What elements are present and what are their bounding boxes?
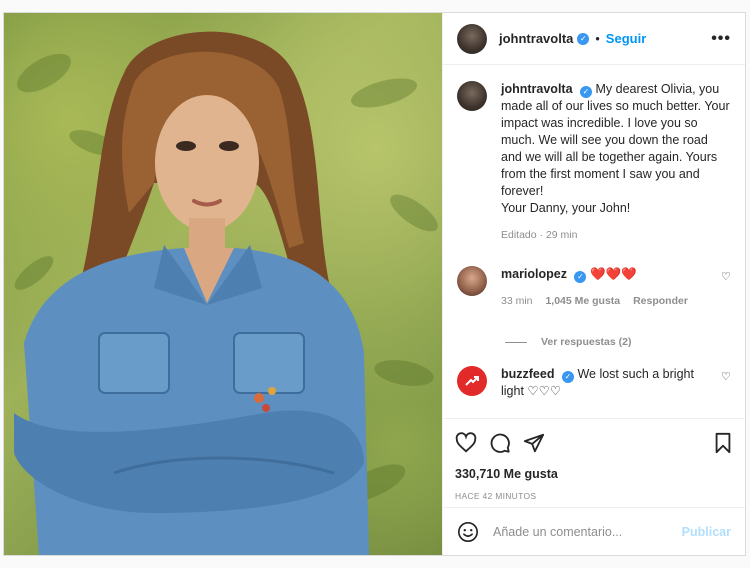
more-options-icon[interactable]: ••• bbox=[711, 30, 731, 48]
comment-icon[interactable] bbox=[489, 432, 511, 454]
comment-body: buzzfeed ✓ We lost such a bright light ♡… bbox=[501, 366, 715, 400]
action-icons bbox=[455, 429, 733, 457]
comments-list[interactable]: johntravolta ✓ My dearest Olivia, you ma… bbox=[443, 65, 745, 418]
action-bar: 330,710 Me gusta HACE 42 MINUTOS bbox=[443, 418, 745, 507]
caption-body: johntravolta ✓ My dearest Olivia, you ma… bbox=[501, 81, 731, 244]
comment-body: mariolopez ✓ ❤️❤️❤️ 33 min 1,045 Me gust… bbox=[501, 266, 715, 310]
emoji-icon[interactable] bbox=[457, 521, 479, 543]
post-time: HACE 42 MINUTOS bbox=[455, 491, 537, 501]
post-photo[interactable] bbox=[4, 13, 442, 555]
comment-time: 33 min bbox=[501, 295, 533, 307]
caption-meta: Editado · 29 min bbox=[501, 229, 578, 241]
comment-row: buzzfeed ✓ We lost such a bright light ♡… bbox=[457, 366, 731, 400]
add-comment-bar: Publicar bbox=[443, 507, 745, 555]
author-username[interactable]: johntravolta bbox=[499, 31, 573, 46]
comment-row: mariolopez ✓ ❤️❤️❤️ 33 min 1,045 Me gust… bbox=[457, 266, 731, 310]
caption-avatar[interactable] bbox=[457, 81, 487, 111]
follow-button[interactable]: Seguir bbox=[606, 31, 646, 46]
verified-check-icon: ✓ bbox=[577, 32, 590, 45]
post-card: johntravolta ✓ • Seguir ••• johntravolta… bbox=[3, 12, 746, 556]
caption-signoff: Your Danny, your John! bbox=[501, 201, 631, 215]
reply-button[interactable]: Responder bbox=[633, 295, 688, 307]
photo-illustration bbox=[14, 31, 438, 555]
comment-text: ❤️❤️❤️ bbox=[589, 267, 637, 281]
caption-row: johntravolta ✓ My dearest Olivia, you ma… bbox=[457, 81, 731, 244]
comment-input[interactable] bbox=[493, 524, 682, 539]
author-avatar[interactable] bbox=[457, 23, 487, 54]
separator-dot: • bbox=[595, 31, 600, 46]
comment-username[interactable]: mariolopez bbox=[501, 267, 567, 281]
comment-like-heart-icon[interactable]: ♡ bbox=[721, 370, 731, 383]
post-header: johntravolta ✓ • Seguir ••• bbox=[443, 13, 745, 65]
heart-icon[interactable] bbox=[455, 432, 477, 454]
post-sidebar: johntravolta ✓ • Seguir ••• johntravolta… bbox=[442, 13, 745, 555]
bookmark-icon[interactable] bbox=[713, 432, 733, 454]
comment-meta: 33 min 1,045 Me gusta Responder bbox=[501, 293, 715, 310]
comment-like-heart-icon[interactable]: ♡ bbox=[721, 270, 731, 283]
caption-text: My dearest Olivia, you made all of our l… bbox=[501, 82, 730, 198]
likes-count[interactable]: 330,710 Me gusta bbox=[455, 467, 733, 481]
verified-check-icon: ✓ bbox=[580, 86, 593, 98]
caption-username[interactable]: johntravolta bbox=[501, 82, 573, 96]
buzzfeed-avatar[interactable] bbox=[457, 366, 487, 396]
view-replies-label: Ver respuestas (2) bbox=[541, 336, 632, 348]
trending-arrow-icon bbox=[465, 376, 479, 386]
commenter-avatar[interactable] bbox=[457, 266, 487, 296]
comment-likes[interactable]: 1,045 Me gusta bbox=[545, 295, 620, 307]
verified-check-icon: ✓ bbox=[561, 371, 574, 383]
view-replies-button[interactable]: Ver respuestas (2) bbox=[505, 336, 731, 348]
replies-divider bbox=[505, 341, 527, 343]
comment-username[interactable]: buzzfeed bbox=[501, 367, 554, 381]
share-icon[interactable] bbox=[523, 432, 545, 454]
verified-check-icon: ✓ bbox=[574, 271, 587, 283]
publish-button[interactable]: Publicar bbox=[682, 525, 731, 539]
